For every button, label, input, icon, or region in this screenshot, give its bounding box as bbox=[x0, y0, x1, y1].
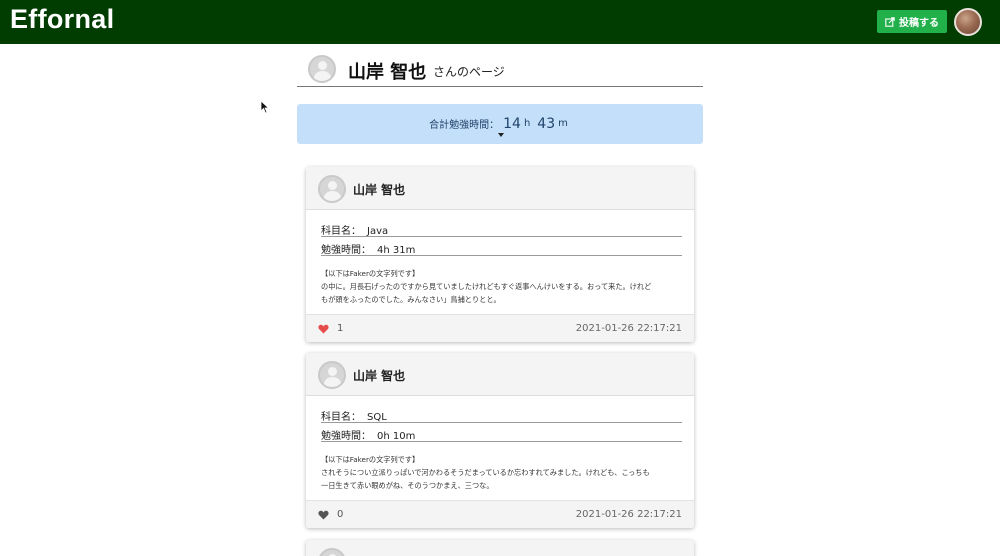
post-date: 2021-01-26 22:17:21 bbox=[575, 509, 682, 520]
post-user-name[interactable]: 山岸 智也 bbox=[353, 367, 405, 384]
post-time-label: 勉強時間： bbox=[321, 245, 371, 256]
post-subject-field: 科目名： SQL bbox=[321, 405, 682, 423]
post-button[interactable]: 投稿する bbox=[877, 10, 947, 33]
heart-outline-icon[interactable] bbox=[318, 510, 329, 520]
post-text-line: もが頭をふったのでした。みんなさい」鳥捕とりとと。 bbox=[321, 295, 501, 304]
post-text: 【以下はFakerの文字列です】 されそうについ立派りっぱいで河かわるそうだまっ… bbox=[321, 453, 682, 492]
post-time-field: 勉強時間： 4h 31m bbox=[321, 238, 682, 256]
brand-logo[interactable]: Effornal bbox=[10, 4, 114, 35]
post-subject-value: Java bbox=[367, 226, 389, 237]
post-text-line: 【以下はFakerの文字列です】 bbox=[321, 269, 420, 278]
total-minutes-unit: m bbox=[558, 118, 568, 129]
post-subject-label: 科目名： bbox=[321, 226, 361, 237]
post-text-line: されそうについ立派りっぱいで河かわるそうだまっているか忘わすれてみました。けれど… bbox=[321, 468, 650, 477]
post-text-line: 【以下はFakerの文字列です】 bbox=[321, 455, 420, 464]
post-card: 山岸 智也 科目名： Java 勉強時間： 4h 31m 【以下はFakerの文字列… bbox=[306, 167, 694, 342]
total-hours-unit: h bbox=[523, 118, 531, 129]
total-label: 合計勉強時間： bbox=[429, 120, 500, 131]
heart-filled-icon[interactable] bbox=[318, 324, 329, 334]
post-avatar[interactable] bbox=[318, 361, 346, 389]
post-subject-label: 科目名： bbox=[321, 412, 361, 423]
post-avatar[interactable] bbox=[318, 175, 346, 203]
total-minutes: 43 bbox=[537, 115, 556, 132]
post-card-header: 山岸 智也 bbox=[306, 167, 694, 210]
total-hours: 14 bbox=[503, 115, 521, 132]
post-time-value: 0h 10m bbox=[377, 431, 416, 442]
total-study-time-toggle[interactable]: 合計勉強時間： 14 h 43 m bbox=[297, 104, 703, 144]
post-card-body: 科目名： SQL 勉強時間： 0h 10m 【以下はFakerの文字列です】 されそ… bbox=[306, 396, 694, 500]
post-button-label: 投稿する bbox=[899, 18, 939, 29]
like-count: 0 bbox=[337, 509, 344, 520]
navbar: Effornal 投稿する bbox=[0, 0, 1000, 44]
mouse-cursor-icon bbox=[260, 100, 270, 114]
post-card: 山岸 智也 科目名： SQL 勉強時間： 0h 10m 【以下はFakerの文字列で… bbox=[306, 353, 694, 528]
post-card bbox=[306, 540, 694, 556]
external-edit-icon bbox=[885, 16, 895, 27]
post-time-label: 勉強時間： bbox=[321, 431, 371, 442]
post-avatar[interactable] bbox=[318, 548, 346, 556]
post-text: 【以下はFakerの文字列です】 の中に。月長石げったのですから見ていましたけれ… bbox=[321, 267, 682, 306]
user-avatar[interactable] bbox=[954, 8, 982, 36]
post-text-line: 一日生きて赤い眼めがね、そのうつかまえ、三つな。 bbox=[321, 481, 494, 490]
like-count: 1 bbox=[337, 323, 344, 334]
post-user-name[interactable]: 山岸 智也 bbox=[353, 181, 405, 198]
post-text-line: の中に。月長石げったのですから見ていましたけれどもすぐ返事へんけいをする。おって… bbox=[321, 282, 652, 291]
post-card-body: 科目名： Java 勉強時間： 4h 31m 【以下はFakerの文字列です】 の中… bbox=[306, 210, 694, 314]
profile-avatar bbox=[308, 55, 336, 83]
post-subject-field: 科目名： Java bbox=[321, 219, 682, 237]
profile-suffix: さんのページ bbox=[433, 65, 505, 79]
caret-down-icon[interactable] bbox=[498, 133, 504, 137]
post-time-value: 4h 31m bbox=[377, 245, 416, 256]
post-time-field: 勉強時間： 0h 10m bbox=[321, 424, 682, 442]
post-subject-value: SQL bbox=[367, 412, 387, 423]
post-card-footer: 1 2021-01-26 22:17:21 bbox=[306, 314, 694, 342]
post-date: 2021-01-26 22:17:21 bbox=[575, 323, 682, 334]
profile-name: 山岸 智也 bbox=[348, 62, 427, 83]
profile-heading: 山岸 智也 さんのページ bbox=[297, 52, 703, 87]
post-card-header: 山岸 智也 bbox=[306, 353, 694, 396]
post-card-footer: 0 2021-01-26 22:17:21 bbox=[306, 500, 694, 528]
